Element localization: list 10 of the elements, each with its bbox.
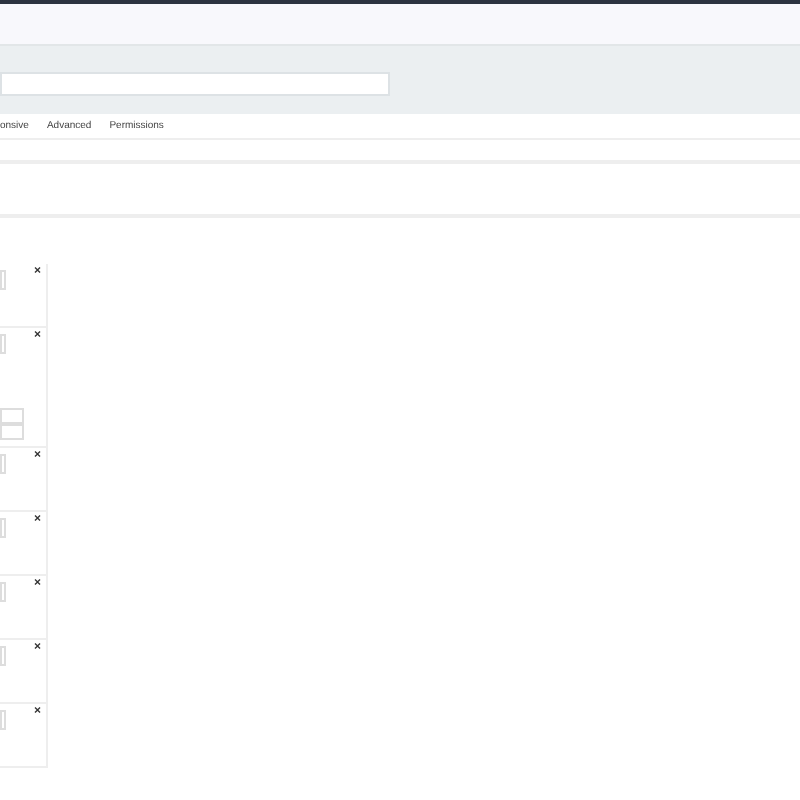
input-field[interactable] [0,518,6,538]
input-field[interactable] [0,408,24,424]
input-field[interactable] [0,454,6,474]
input-field[interactable] [0,710,6,730]
input-field[interactable] [0,646,6,666]
input-field[interactable] [0,424,24,440]
input-field[interactable] [0,270,6,290]
input-field[interactable] [0,334,6,354]
input-field[interactable] [0,582,6,602]
input-field[interactable] [0,72,390,96]
